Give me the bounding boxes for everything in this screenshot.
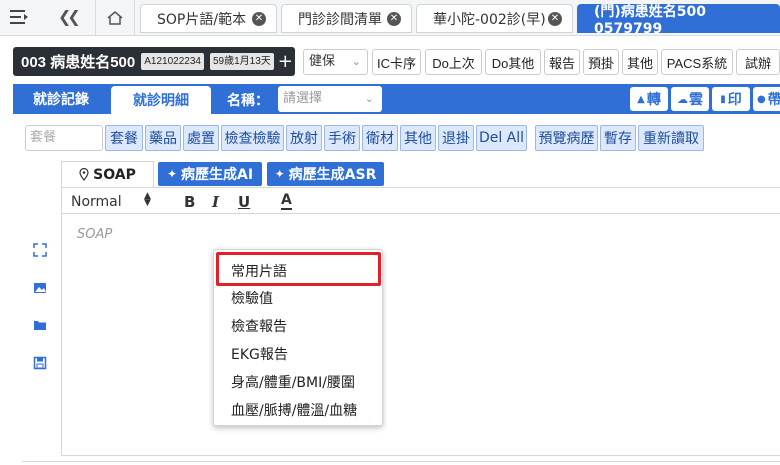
- soap-editor: Normal ▲ ▼ B I U A SOAP: [61, 187, 780, 456]
- menu-item-lab-values[interactable]: 檢驗值: [231, 288, 273, 308]
- bring-button[interactable]: ● 帶: [753, 87, 780, 111]
- trial-button[interactable]: 試辦: [736, 49, 780, 75]
- chevron-down-icon: ⌄: [364, 92, 374, 105]
- add-button[interactable]: +: [278, 52, 293, 71]
- patient-name: 003 病患姓名500: [21, 54, 136, 71]
- transfer-button[interactable]: ▲ 轉: [630, 87, 668, 111]
- close-icon[interactable]: ✕: [548, 12, 562, 26]
- surgery-button[interactable]: 手術: [324, 125, 360, 151]
- other-category-button[interactable]: 其他: [400, 125, 436, 151]
- folder-icon[interactable]: [33, 318, 47, 332]
- print-button[interactable]: ▮ 印: [712, 87, 750, 111]
- menu-item-vital-signs[interactable]: 血壓/脈搏/體溫/血糖: [231, 400, 357, 420]
- do-other-button[interactable]: Do其他: [485, 49, 541, 75]
- tab-soap[interactable]: SOAP: [61, 161, 154, 187]
- cancel-register-button[interactable]: 退掛: [438, 125, 474, 151]
- text-color-button[interactable]: A: [281, 192, 292, 210]
- send-icon: ▲: [637, 93, 645, 105]
- editor-text-area[interactable]: SOAP: [77, 227, 112, 242]
- tab-visit-detail[interactable]: 就診明細: [111, 86, 211, 114]
- delete-all-button[interactable]: Del All: [476, 125, 527, 151]
- section-bar: 就診記錄 就診明細 名稱： 請選擇 ⌄ ▲ 轉 ☁ 雲 ▮ 印 ● 帶: [13, 84, 780, 114]
- treatment-button[interactable]: 處置: [183, 125, 219, 151]
- map-pin-icon: [79, 168, 89, 181]
- updown-icon: ▲ ▼: [144, 191, 151, 208]
- document-icon: ▮: [720, 93, 726, 105]
- menu-item-common-phrases[interactable]: 常用片語: [231, 261, 287, 281]
- name-select[interactable]: 請選擇 ⌄: [278, 86, 382, 112]
- patient-age: 59歲1月13天: [209, 53, 274, 70]
- ic-card-button[interactable]: IC卡序: [372, 49, 421, 75]
- menu-item-exam-report[interactable]: 檢查報告: [231, 316, 287, 336]
- format-select[interactable]: Normal: [71, 194, 122, 210]
- home-icon: [107, 11, 123, 25]
- other-button[interactable]: 其他: [622, 49, 658, 75]
- do-last-button[interactable]: Do上次: [425, 49, 482, 75]
- tab-sop[interactable]: SOP片語/範本 ✕: [140, 4, 277, 33]
- tab-visit-record[interactable]: 就診記錄: [19, 84, 103, 114]
- drug-button[interactable]: 藥品: [145, 125, 181, 151]
- context-menu: 常用片語 檢驗值 檢查報告 EKG報告 身高/體重/BMI/腰圍 血壓/脈搏/體…: [213, 249, 383, 426]
- patient-toolbar: 003 病患姓名500 A121022234 59歲1月13天 + 健保 ⌄ I…: [0, 44, 780, 80]
- name-label: 名稱：: [227, 93, 269, 109]
- chevron-down-icon: ⌄: [351, 55, 361, 68]
- sparkle-icon: ✦: [166, 167, 177, 181]
- bold-button[interactable]: B: [184, 193, 195, 211]
- tab-clinic-list[interactable]: 門診診間清單 ✕: [281, 4, 412, 33]
- reload-button[interactable]: 重新讀取: [638, 125, 704, 151]
- home-button[interactable]: [95, 0, 135, 36]
- package-button[interactable]: 套餐: [105, 125, 143, 151]
- pre-register-button[interactable]: 預掛: [583, 49, 619, 75]
- lab-button[interactable]: 檢查檢驗: [221, 125, 284, 151]
- sparkle-icon: ✦: [274, 167, 285, 181]
- patient-id: A121022234: [141, 53, 204, 70]
- expand-icon[interactable]: [33, 243, 47, 257]
- cloud-icon: ☁: [677, 92, 688, 106]
- package-input[interactable]: 套餐: [25, 125, 103, 151]
- menu-icon[interactable]: [10, 9, 32, 27]
- underline-button[interactable]: U: [238, 193, 250, 211]
- menu-item-body-measurements[interactable]: 身高/體重/BMI/腰圍: [231, 372, 355, 392]
- generate-asr-button[interactable]: ✦ 病歷生成ASR: [267, 162, 384, 186]
- generate-ai-button[interactable]: ✦ 病歷生成AI: [158, 162, 262, 186]
- top-tab-bar: ❮❮ SOP片語/範本 ✕ 門診診間清單 ✕ 華小陀-002診(早) ✕ (門)…: [0, 0, 780, 37]
- patient-card: 003 病患姓名500 A121022234 59歲1月13天 +: [13, 47, 295, 76]
- tab-patient[interactable]: (門)病患姓名500 0579799: [577, 4, 780, 37]
- pacs-button[interactable]: PACS系統: [661, 49, 733, 75]
- image-icon[interactable]: [33, 281, 47, 295]
- people-icon: ●: [757, 93, 766, 105]
- radiology-button[interactable]: 放射: [286, 125, 322, 151]
- menu-item-ekg-report[interactable]: EKG報告: [231, 344, 288, 364]
- preview-record-button[interactable]: 預覽病歷: [535, 125, 598, 151]
- editor-toolbar: Normal ▲ ▼ B I U A: [62, 188, 780, 214]
- tab-room[interactable]: 華小陀-002診(早) ✕: [416, 4, 573, 33]
- insurance-select[interactable]: 健保 ⌄: [303, 49, 368, 75]
- collapse-icon[interactable]: ❮❮: [58, 7, 81, 26]
- close-icon[interactable]: ✕: [252, 12, 266, 26]
- divider: [22, 461, 780, 462]
- close-icon[interactable]: ✕: [387, 12, 401, 26]
- cloud-button[interactable]: ☁ 雲: [671, 87, 709, 111]
- report-button[interactable]: 報告: [544, 49, 580, 75]
- supplies-button[interactable]: 衛材: [362, 125, 398, 151]
- italic-button[interactable]: I: [212, 193, 219, 211]
- save-draft-button[interactable]: 暫存: [600, 125, 636, 151]
- save-icon[interactable]: [33, 356, 47, 370]
